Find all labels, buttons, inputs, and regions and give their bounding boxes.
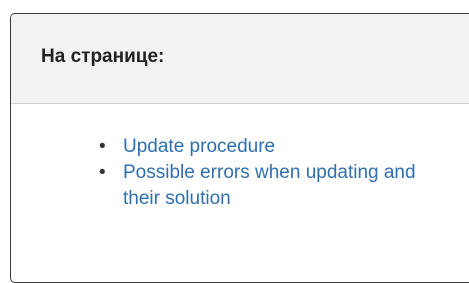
toc-list: • Update procedure • Possible errors whe… <box>99 134 469 212</box>
bullet-icon: • <box>99 136 106 157</box>
toc-title: На странице: <box>41 45 165 67</box>
toc-panel: На странице: • Update procedure • Possib… <box>10 13 469 283</box>
toc-header: На странице: <box>11 14 469 104</box>
toc-item-possible-errors: • Possible errors when updating and thei… <box>99 160 469 212</box>
link-update-procedure[interactable]: Update procedure <box>123 134 275 160</box>
toc-body: • Update procedure • Possible errors whe… <box>11 104 469 212</box>
bullet-icon: • <box>99 162 106 183</box>
toc-item-update-procedure: • Update procedure <box>99 134 469 160</box>
link-possible-errors[interactable]: Possible errors when updating and their … <box>123 160 423 212</box>
